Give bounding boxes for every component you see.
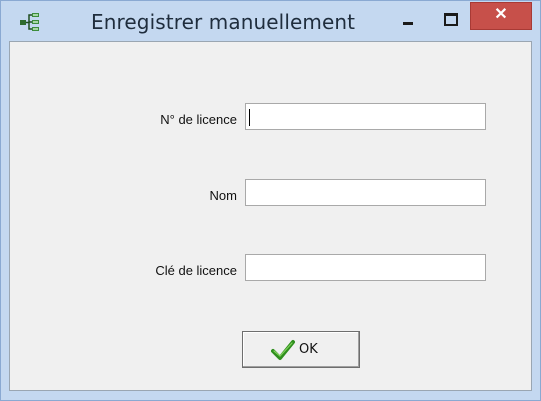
dialog-body: N° de licence Nom Clé de licence OK xyxy=(9,41,532,391)
name-field[interactable] xyxy=(245,179,486,206)
close-button[interactable]: ✕ xyxy=(470,2,532,30)
ok-label: OK xyxy=(299,342,318,357)
ok-button[interactable]: OK xyxy=(242,331,360,368)
maximize-button[interactable] xyxy=(435,9,465,31)
dialog-window: Enregistrer manuellement ✕ N° de licence… xyxy=(0,0,541,401)
license-key-field[interactable] xyxy=(245,254,486,281)
name-label: Nom xyxy=(209,188,237,203)
close-icon: ✕ xyxy=(494,6,508,23)
maximize-icon xyxy=(444,13,458,26)
license-number-field[interactable] xyxy=(245,103,486,130)
minimize-button[interactable] xyxy=(393,9,423,31)
license-key-label: Clé de licence xyxy=(155,263,237,278)
checkmark-icon xyxy=(271,340,295,360)
window-title: Enregistrer manuellement xyxy=(91,10,356,34)
text-caret xyxy=(249,109,250,126)
title-bar[interactable]: Enregistrer manuellement ✕ xyxy=(1,1,540,41)
minimize-icon xyxy=(403,22,413,25)
network-tree-icon xyxy=(20,13,39,31)
license-number-label: N° de licence xyxy=(160,112,237,127)
